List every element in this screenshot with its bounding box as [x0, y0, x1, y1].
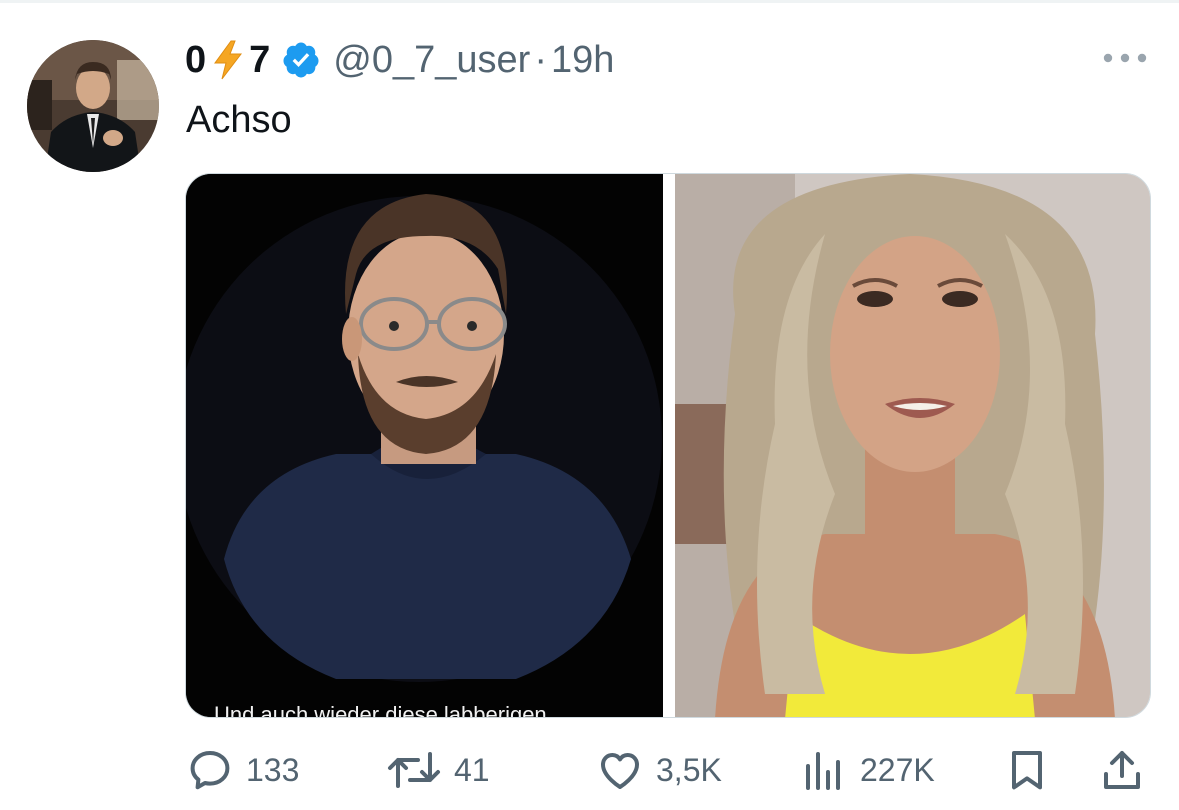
reply-icon: [186, 746, 234, 794]
views-button[interactable]: 227K: [800, 740, 935, 800]
top-divider: [0, 0, 1179, 3]
repost-icon: [386, 746, 442, 794]
media-image-right[interactable]: [675, 174, 1150, 717]
tweet-text: Achso: [186, 99, 292, 141]
more-horizontal-icon[interactable]: [1100, 44, 1150, 72]
lightning-icon: [211, 40, 245, 80]
bookmark-icon: [1003, 746, 1051, 794]
tweet-header: 0 7 @0_7_user · 19h: [185, 34, 614, 86]
verified-badge-icon: [281, 40, 321, 80]
views-count: 227K: [860, 751, 935, 788]
reply-count: 133: [246, 751, 300, 788]
like-count: 3,5K: [656, 751, 722, 788]
heart-icon: [596, 746, 644, 794]
avatar[interactable]: [27, 40, 159, 172]
views-icon: [800, 746, 848, 794]
display-name[interactable]: 0 7: [185, 39, 271, 82]
media-image-left[interactable]: Und auch wieder diese labberigen: [186, 174, 663, 718]
repost-button[interactable]: 41: [386, 740, 490, 800]
repost-count: 41: [454, 751, 490, 788]
display-name-part-2: 7: [249, 38, 272, 81]
share-icon: [1098, 746, 1146, 794]
display-name-part-1: 0: [185, 38, 208, 81]
image-caption-text: Und auch wieder diese labberigen: [214, 702, 547, 718]
media-grid: Und auch wieder diese labberigen: [185, 173, 1151, 718]
timestamp[interactable]: 19h: [551, 39, 614, 82]
separator-dot: ·: [534, 38, 547, 81]
share-button[interactable]: [1098, 740, 1146, 800]
bookmark-button[interactable]: [1003, 740, 1051, 800]
user-handle[interactable]: @0_7_user: [333, 39, 530, 82]
reply-button[interactable]: 133: [186, 740, 299, 800]
action-bar: 133 41 3,5K 227K: [0, 740, 1179, 800]
like-button[interactable]: 3,5K: [596, 740, 722, 800]
